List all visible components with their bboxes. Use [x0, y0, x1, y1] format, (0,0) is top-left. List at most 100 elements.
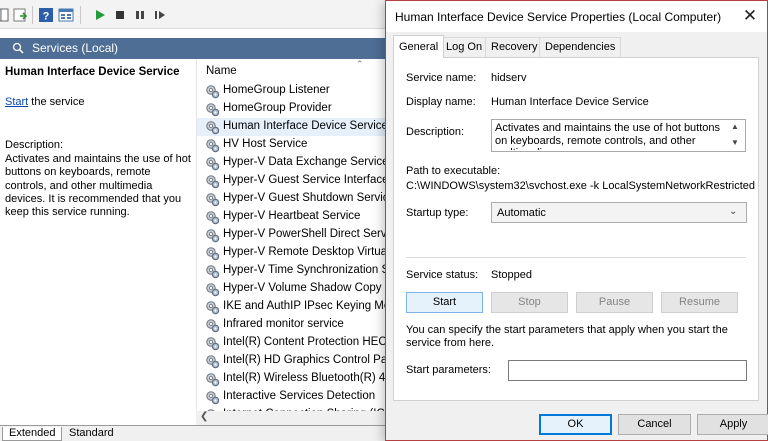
- service-name: Hyper-V PowerShell Direct Servic: [223, 228, 395, 240]
- apply-button[interactable]: Apply: [697, 414, 768, 435]
- table-row[interactable]: Intel(R) Wireless Bluetooth(R) 4.0: [197, 370, 401, 388]
- services-pane-header: Services (Local): [0, 38, 400, 59]
- help-icon[interactable]: ?: [38, 7, 54, 23]
- startup-type-value: Automatic: [497, 207, 546, 219]
- service-gear-icon: [205, 120, 220, 135]
- close-icon[interactable]: ✕: [738, 5, 762, 29]
- table-row[interactable]: Intel(R) HD Graphics Control Pan: [197, 352, 401, 370]
- service-gear-icon: [205, 390, 220, 405]
- chevron-down-icon: ⌄: [729, 206, 738, 217]
- service-gear-icon: [205, 300, 220, 315]
- table-row[interactable]: IKE and AuthIP IPsec Keying Mod: [197, 298, 401, 316]
- startup-type-select[interactable]: Automatic ⌄: [491, 202, 747, 223]
- display-name-label: Display name:: [406, 96, 476, 108]
- table-row[interactable]: Human Interface Device Service: [197, 118, 401, 136]
- scroll-up-icon[interactable]: ▲: [731, 122, 739, 131]
- service-status-label: Service status:: [406, 269, 479, 281]
- table-row[interactable]: HomeGroup Listener: [197, 82, 401, 100]
- service-gear-icon: [205, 156, 220, 171]
- service-gear-icon: [205, 138, 220, 153]
- table-row[interactable]: Infrared monitor service: [197, 316, 401, 334]
- stop-icon[interactable]: [112, 7, 128, 23]
- service-gear-icon: [205, 210, 220, 225]
- tab-extended[interactable]: Extended: [2, 427, 63, 441]
- service-name: Intel(R) Content Protection HECI: [223, 336, 390, 348]
- export-list-icon[interactable]: [12, 7, 28, 23]
- service-name-label: Service name:: [406, 72, 477, 84]
- path-label: Path to executable:: [406, 165, 501, 177]
- view-tabs: Extended Standard: [0, 425, 400, 441]
- toolbar-separator: [80, 6, 81, 24]
- service-name: HV Host Service: [223, 138, 308, 150]
- horizontal-scrollbar[interactable]: ❮: [196, 411, 400, 425]
- table-row[interactable]: Hyper-V Heartbeat Service: [197, 208, 401, 226]
- stop-button[interactable]: Stop: [491, 292, 568, 313]
- start-service-line: Start the service: [5, 96, 84, 108]
- table-row[interactable]: Interactive Services Detection: [197, 388, 401, 406]
- table-row[interactable]: Hyper-V Guest Shutdown Service: [197, 190, 401, 208]
- tab-log-on[interactable]: Log On: [440, 37, 489, 57]
- service-name-value: hidserv: [491, 72, 527, 84]
- service-name: Hyper-V Time Synchronization Se: [223, 264, 396, 276]
- resume-button[interactable]: Resume: [661, 292, 738, 313]
- table-row[interactable]: Intel(R) Content Protection HECI: [197, 334, 401, 352]
- service-gear-icon: [205, 354, 220, 369]
- service-gear-icon: [205, 84, 220, 99]
- service-gear-icon: [205, 372, 220, 387]
- start-params-input[interactable]: [508, 360, 747, 381]
- description-label: Description:: [5, 139, 64, 151]
- console-tree-icon[interactable]: [0, 7, 10, 23]
- service-gear-icon: [205, 318, 220, 333]
- service-status-value: Stopped: [491, 269, 532, 281]
- service-description: Activates and maintains the use of hot b…: [5, 153, 191, 219]
- service-gear-icon: [205, 102, 220, 117]
- service-name: Hyper-V Data Exchange Service: [223, 156, 389, 168]
- service-name: Human Interface Device Service: [223, 120, 388, 132]
- table-row[interactable]: Hyper-V Remote Desktop Virtuali: [197, 244, 401, 262]
- extended-description-pane: Human Interface Device Service Start the…: [0, 59, 196, 425]
- table-row[interactable]: HomeGroup Provider: [197, 100, 401, 118]
- description-box[interactable]: Activates and maintains the use of hot b…: [491, 119, 746, 152]
- properties-view-icon[interactable]: [58, 7, 74, 23]
- table-row[interactable]: Hyper-V Time Synchronization Se: [197, 262, 401, 280]
- sort-ascending-icon: ⌃: [356, 59, 364, 69]
- service-rows: HomeGroup Listener HomeGroup Provider Huma…: [197, 82, 401, 412]
- scroll-down-icon[interactable]: ▼: [731, 138, 739, 147]
- table-row[interactable]: Hyper-V Volume Shadow Copy R: [197, 280, 401, 298]
- start-params-label: Start parameters:: [406, 364, 491, 376]
- tab-standard[interactable]: Standard: [63, 427, 120, 441]
- services-search-icon: [12, 42, 24, 54]
- service-gear-icon: [205, 228, 220, 243]
- path-value: C:\WINDOWS\system32\svchost.exe -k Local…: [406, 180, 756, 192]
- startup-type-label: Startup type:: [406, 207, 469, 219]
- table-row[interactable]: Hyper-V Guest Service Interface: [197, 172, 401, 190]
- table-row[interactable]: Hyper-V Data Exchange Service: [197, 154, 401, 172]
- screen: ? Services (Local) Human Interface Devic…: [0, 0, 768, 441]
- start-params-hint: You can specify the start parameters tha…: [406, 324, 728, 349]
- table-row[interactable]: Hyper-V PowerShell Direct Servic: [197, 226, 401, 244]
- tab-dependencies[interactable]: Dependencies: [539, 37, 622, 57]
- start-service-link[interactable]: Start: [5, 96, 28, 108]
- services-list: Name ⌃ HomeGroup Listener HomeGroup Provi…: [196, 59, 401, 425]
- pause-icon[interactable]: [132, 7, 148, 23]
- table-row[interactable]: HV Host Service: [197, 136, 401, 154]
- description-text: Activates and maintains the use of hot b…: [495, 122, 721, 150]
- pane-header-title: Services (Local): [32, 41, 119, 55]
- service-name: Hyper-V Heartbeat Service: [223, 210, 361, 222]
- service-gear-icon: [205, 264, 220, 279]
- service-gear-icon: [205, 174, 220, 189]
- tab-general[interactable]: General: [393, 35, 445, 58]
- service-gear-icon: [205, 246, 220, 261]
- play-icon[interactable]: [92, 7, 108, 23]
- restart-icon[interactable]: [152, 7, 168, 23]
- service-name: HomeGroup Listener: [223, 84, 330, 96]
- tab-recovery[interactable]: Recovery: [485, 37, 544, 57]
- ok-button[interactable]: OK: [539, 414, 612, 435]
- scroll-left-icon[interactable]: ❮: [200, 411, 208, 422]
- column-header-name[interactable]: Name ⌃: [197, 59, 401, 81]
- cancel-button[interactable]: Cancel: [618, 414, 691, 435]
- service-gear-icon: [205, 282, 220, 297]
- service-name: Hyper-V Guest Shutdown Service: [223, 192, 395, 204]
- pause-button[interactable]: Pause: [576, 292, 653, 313]
- start-button[interactable]: Start: [406, 292, 483, 313]
